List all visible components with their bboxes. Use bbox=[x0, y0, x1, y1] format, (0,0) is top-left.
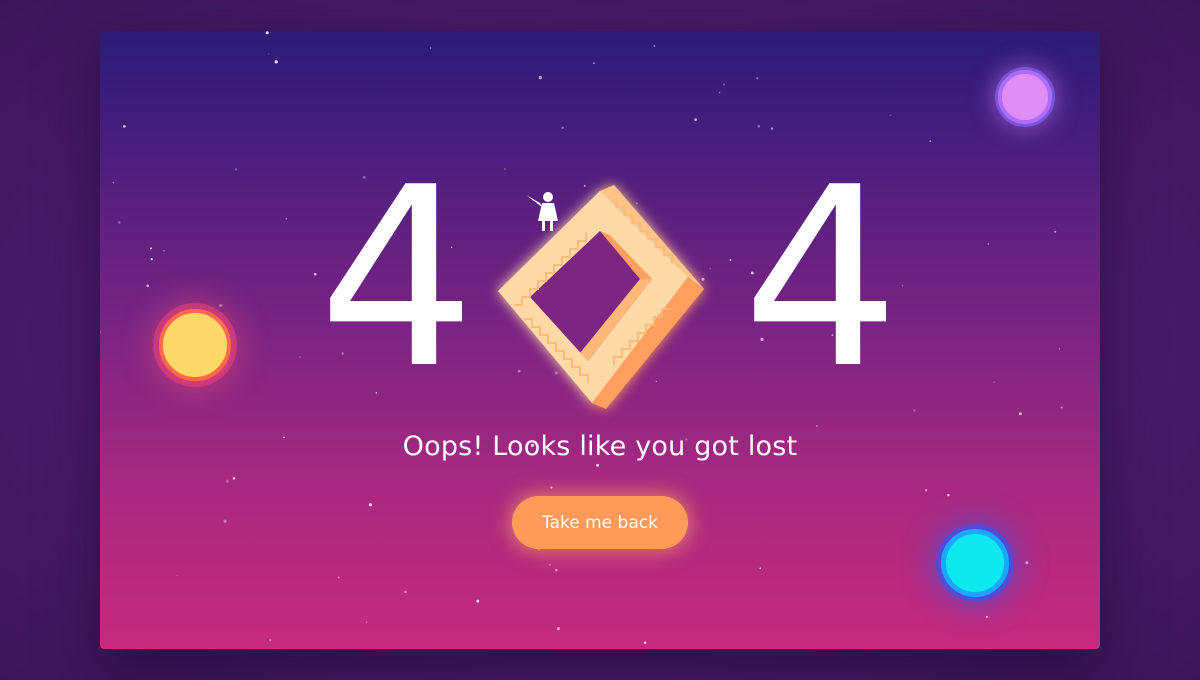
star-dot bbox=[718, 91, 721, 94]
violet-planet-icon bbox=[998, 70, 1052, 124]
star-dot bbox=[1060, 406, 1063, 409]
star-dot bbox=[225, 479, 229, 483]
star-dot bbox=[757, 124, 761, 128]
yellow-planet-icon bbox=[159, 309, 231, 381]
star-dot bbox=[593, 62, 595, 65]
star-dot bbox=[285, 218, 287, 220]
star-dot bbox=[1025, 561, 1029, 565]
star-dot bbox=[163, 249, 165, 252]
error-digit-left: 4 bbox=[318, 135, 476, 423]
star-dot bbox=[924, 489, 928, 492]
error-digit-right: 4 bbox=[742, 135, 900, 423]
star-dot bbox=[759, 567, 762, 570]
star-dot bbox=[404, 590, 407, 594]
little-girl-with-flag-icon bbox=[526, 192, 558, 231]
star-dot bbox=[176, 574, 178, 577]
star-dot bbox=[556, 627, 560, 631]
star-dot bbox=[219, 303, 223, 308]
star-dot bbox=[368, 503, 372, 507]
star-dot bbox=[429, 47, 432, 49]
error-message: Oops! Looks like you got lost bbox=[402, 431, 798, 462]
star-dot bbox=[596, 463, 600, 467]
star-dot bbox=[337, 576, 340, 579]
star-dot bbox=[265, 31, 269, 35]
star-dot bbox=[770, 127, 774, 130]
star-dot bbox=[150, 257, 153, 261]
star-dot bbox=[555, 568, 558, 572]
star-dot bbox=[550, 486, 553, 489]
star-dot bbox=[123, 125, 126, 128]
star-dot bbox=[274, 60, 278, 64]
star-dot bbox=[150, 247, 152, 250]
star-dot bbox=[100, 331, 102, 334]
star-dot bbox=[987, 243, 990, 245]
star-dot bbox=[223, 519, 227, 523]
star-dot bbox=[538, 75, 542, 80]
star-dot bbox=[643, 641, 647, 645]
star-dot bbox=[561, 126, 564, 129]
star-dot bbox=[722, 83, 726, 86]
star-dot bbox=[913, 409, 916, 412]
star-dot bbox=[694, 118, 697, 121]
star-dot bbox=[269, 639, 272, 642]
star-dot bbox=[366, 621, 368, 623]
star-dot bbox=[232, 477, 236, 480]
impossible-staircase-icon bbox=[498, 185, 704, 409]
cyan-planet-icon bbox=[941, 529, 1009, 597]
star-dot bbox=[476, 599, 480, 603]
star-dot bbox=[947, 493, 950, 497]
star-dot bbox=[268, 53, 270, 55]
star-dot bbox=[299, 356, 302, 359]
star-dot bbox=[985, 615, 988, 618]
star-dot bbox=[548, 563, 551, 566]
error-card: 4 4 Oops! Looks like you got lost Take m… bbox=[100, 31, 1100, 649]
star-dot bbox=[756, 77, 759, 80]
star-dot bbox=[146, 284, 150, 288]
star-dot bbox=[929, 140, 932, 143]
star-dot bbox=[234, 168, 238, 171]
star-dot bbox=[1058, 348, 1061, 350]
star-dot bbox=[816, 425, 818, 427]
star-dot bbox=[993, 381, 995, 383]
star-dot bbox=[112, 181, 115, 184]
page-backdrop: 4 4 Oops! Looks like you got lost Take m… bbox=[0, 0, 1200, 680]
star-dot bbox=[653, 44, 656, 47]
star-dot bbox=[889, 114, 892, 117]
star-dot bbox=[1018, 412, 1022, 416]
star-dot bbox=[1054, 230, 1057, 233]
star-dot bbox=[118, 221, 121, 224]
take-me-back-button[interactable]: Take me back bbox=[512, 496, 688, 549]
